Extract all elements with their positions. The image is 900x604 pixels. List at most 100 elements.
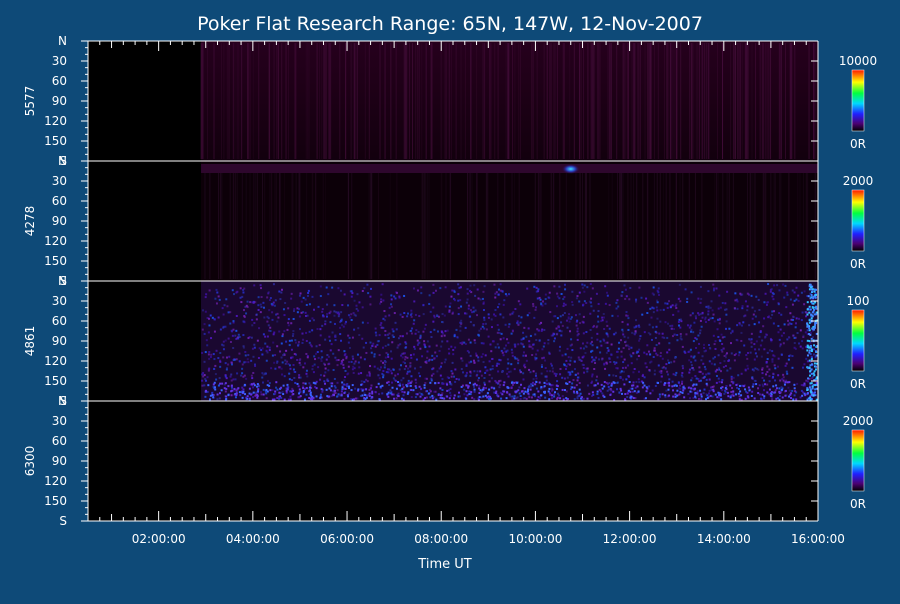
noise-pixel [460,368,463,371]
noise-pixel [525,359,528,362]
noise-pixel [432,306,435,309]
noise-pixel [785,362,788,365]
noise-pixel [748,389,751,392]
noise-pixel [219,351,222,354]
noise-pixel [710,300,713,303]
noise-pixel [407,312,410,315]
noise-pixel [265,397,268,400]
noise-pixel [678,324,681,327]
noise-pixel [634,386,637,389]
noise-pixel [432,320,435,323]
noise-pixel [738,384,741,387]
noise-pixel [571,370,574,373]
noise-pixel [659,320,662,323]
noise-pixel [276,345,279,348]
noise-pixel [617,305,620,308]
noise-pixel [433,314,436,317]
noise-pixel [319,285,322,288]
noise-pixel [785,370,788,373]
noise-pixel [281,390,284,393]
noise-pixel [241,295,244,298]
noise-pixel [278,391,281,394]
edge-pixel [809,374,812,377]
noise-pixel [258,327,261,330]
noise-pixel [534,374,537,377]
noise-pixel [591,373,594,376]
noise-pixel [463,393,466,396]
noise-pixel [298,374,301,377]
edge-pixel [812,302,815,305]
noise-pixel [315,395,318,398]
noise-pixel [570,316,573,319]
noise-pixel [257,356,260,359]
noise-pixel [788,355,791,358]
noise-pixel [621,291,624,294]
noise-pixel [563,377,566,380]
noise-pixel [446,376,449,379]
panel-background [88,401,818,521]
noise-pixel [436,330,439,333]
noise-pixel [586,286,589,289]
noise-pixel [699,319,702,322]
noise-pixel [723,392,726,395]
noise-pixel [812,348,815,351]
noise-pixel [522,345,525,348]
noise-pixel [454,368,457,371]
noise-pixel [717,377,720,380]
noise-pixel [210,353,213,356]
y-tick-label: 30 [52,174,67,188]
noise-pixel [263,316,266,319]
noise-pixel [290,348,293,351]
noise-pixel [549,311,552,314]
noise-pixel [568,371,571,374]
noise-pixel [484,322,487,325]
noise-pixel [420,292,423,295]
noise-pixel [566,376,569,379]
y-tick-label: 90 [52,454,67,468]
noise-pixel [501,290,504,293]
noise-pixel [310,345,313,348]
noise-pixel [506,349,509,352]
noise-pixel [755,340,758,343]
noise-pixel [341,304,344,307]
noise-pixel [207,331,210,334]
noise-pixel [366,283,369,286]
noise-pixel [701,355,704,358]
noise-pixel [431,354,434,357]
noise-pixel [443,361,446,364]
noise-pixel [449,394,452,397]
edge-pixel [811,385,814,388]
noise-pixel [407,379,410,382]
noise-pixel [658,393,661,396]
noise-pixel [482,302,485,305]
noise-pixel [761,393,764,396]
noise-pixel [613,333,616,336]
noise-pixel [751,385,754,388]
noise-pixel [803,290,806,293]
noise-pixel [384,330,387,333]
noise-pixel [507,325,510,328]
noise-pixel [286,360,289,363]
noise-pixel [251,324,254,327]
noise-pixel [681,364,684,367]
noise-pixel [271,389,274,392]
noise-pixel [768,349,771,352]
noise-pixel [506,391,509,394]
panel-5577: N306090120150S5577100000R [23,34,877,168]
noise-pixel [561,388,564,391]
noise-pixel [331,382,334,385]
noise-pixel [737,392,740,395]
noise-pixel [499,338,502,341]
noise-pixel [256,396,259,399]
noise-pixel [675,371,678,374]
noise-pixel [744,397,747,400]
noise-pixel [620,370,623,373]
noise-pixel [440,394,443,397]
noise-pixel [214,388,217,391]
noise-pixel [568,320,571,323]
noise-pixel [778,338,781,341]
noise-pixel [644,362,647,365]
noise-pixel [702,362,705,365]
noise-pixel [631,390,634,393]
noise-pixel [719,306,722,309]
